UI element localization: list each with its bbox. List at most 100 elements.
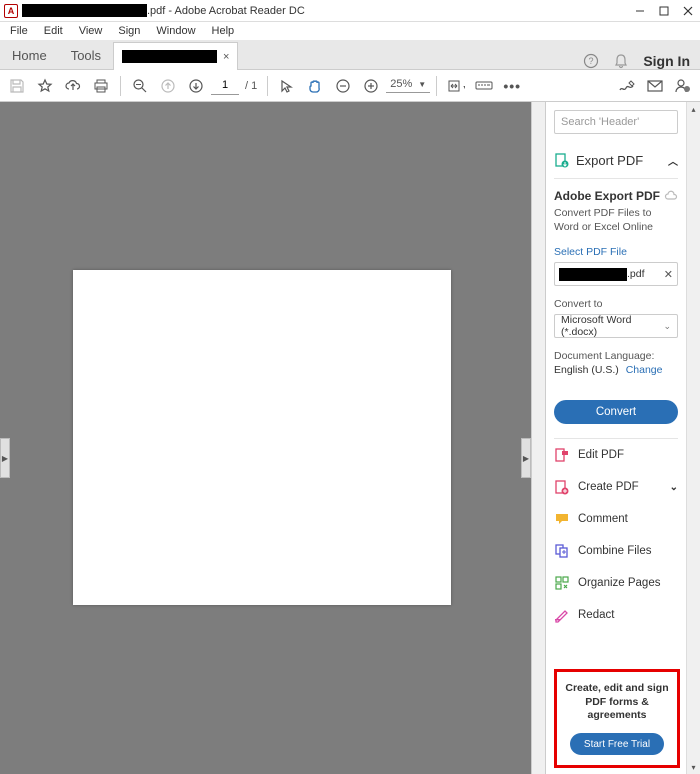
sign-in-link[interactable]: Sign In [643,53,690,69]
cloud-button[interactable] [60,73,86,99]
cloud-icon [664,190,678,202]
envelope-icon [647,79,663,93]
menu-window[interactable]: Window [150,25,201,37]
zoom-plus-button[interactable] [358,73,384,99]
sign-tool-button[interactable] [614,73,640,99]
tool-edit-pdf[interactable]: Edit PDF [554,439,678,471]
tab-filename-redacted [122,50,217,63]
page-total-label: / 1 [241,80,261,92]
more-tools-button[interactable]: ••• [499,73,525,99]
notifications-button[interactable] [613,53,629,69]
minimize-button[interactable] [628,0,652,22]
organize-icon [554,575,570,591]
page-down-button[interactable] [183,73,209,99]
zoom-minus-button[interactable] [330,73,356,99]
select-pdf-link[interactable]: Select PDF File [554,246,678,258]
filename-redacted [22,4,147,17]
export-pdf-body: Adobe Export PDF Convert PDF Files to Wo… [554,178,678,424]
search-placeholder: Search 'Header' [561,116,639,128]
tools-list: Edit PDF Create PDF ⌄ Comment Combine Fi… [554,438,678,631]
remove-file-button[interactable]: ✕ [664,268,673,281]
svg-text:▼: ▼ [462,85,465,92]
menu-view[interactable]: View [73,25,109,37]
tool-organize-pages[interactable]: Organize Pages [554,567,678,599]
tab-document[interactable]: × [113,42,238,70]
zoom-out-button[interactable] [127,73,153,99]
change-language-link[interactable]: Change [626,364,663,376]
filename-redacted [559,268,627,281]
bell-icon [613,53,629,69]
svg-text:?: ? [589,56,594,66]
selection-tool-button[interactable] [274,73,300,99]
read-mode-button[interactable] [471,73,497,99]
cursor-icon [280,79,294,93]
save-icon [9,78,25,94]
export-pdf-icon [554,152,570,168]
account-button[interactable] [670,73,696,99]
convert-button-label: Convert [596,406,636,418]
app-icon: A [4,4,18,18]
hand-icon [307,78,323,94]
minimize-icon [635,6,645,16]
save-button[interactable] [4,73,30,99]
tool-label: Organize Pages [578,577,660,589]
promo-text: Create, edit and sign PDF forms & agreem… [563,682,671,723]
share-email-button[interactable] [642,73,668,99]
maximize-button[interactable] [652,0,676,22]
help-button[interactable]: ? [583,53,599,69]
tool-combine-files[interactable]: Combine Files [554,535,678,567]
close-icon [683,6,693,16]
tool-comment[interactable]: Comment [554,503,678,535]
panel-scrollbar[interactable]: ▴ ▾ [686,102,700,774]
zoom-out-icon [132,78,148,94]
menu-help[interactable]: Help [206,25,241,37]
chevron-down-icon: ▼ [418,80,426,89]
menubar: File Edit View Sign Window Help [0,22,700,40]
export-description: Convert PDF Files to Word or Excel Onlin… [554,207,678,234]
document-language-value: English (U.S.) [554,364,619,376]
maximize-icon [659,6,669,16]
comment-icon [554,511,570,527]
tabbar: Home Tools × ? Sign In [0,40,700,70]
menu-edit[interactable]: Edit [38,25,69,37]
tool-create-pdf[interactable]: Create PDF ⌄ [554,471,678,503]
combine-icon [554,543,570,559]
tools-search-input[interactable]: Search 'Header' [554,110,678,134]
left-panel-expand-handle[interactable]: ▶ [0,438,10,478]
zoom-selector[interactable]: 25%▼ [386,78,430,93]
scroll-down-arrow[interactable]: ▾ [687,760,700,774]
menu-sign[interactable]: Sign [112,25,146,37]
export-pdf-section-header[interactable]: Export PDF ︿ [554,148,678,172]
star-button[interactable] [32,73,58,99]
tool-label: Edit PDF [578,449,624,461]
hand-tool-button[interactable] [302,73,328,99]
convert-button[interactable]: Convert [554,400,678,424]
tab-tools[interactable]: Tools [59,41,113,69]
document-scrollbar[interactable] [531,102,545,774]
trial-button-label: Start Free Trial [584,739,650,750]
right-panel-collapse-handle[interactable]: ▶ [521,438,531,478]
tab-tools-label: Tools [71,48,101,63]
ellipsis-icon: ••• [503,78,521,94]
tool-label: Redact [578,609,614,621]
fit-width-button[interactable]: ▼ [443,73,469,99]
menu-file[interactable]: File [4,25,34,37]
print-button[interactable] [88,73,114,99]
scroll-up-arrow[interactable]: ▴ [687,102,700,116]
plus-circle-icon [363,78,379,94]
page-number-input[interactable] [211,77,239,95]
minus-circle-icon [335,78,351,94]
format-select[interactable]: Microsoft Word (*.docx) ⌄ [554,314,678,338]
tool-label: Comment [578,513,628,525]
tool-redact[interactable]: Redact [554,599,678,631]
close-window-button[interactable] [676,0,700,22]
document-viewport[interactable]: ▶ ▶ [0,102,531,774]
arrow-up-icon [160,78,176,94]
toolbar: / 1 25%▼ ▼ ••• [0,70,700,102]
tab-home-label: Home [12,48,47,63]
tab-close-button[interactable]: × [223,51,229,63]
start-free-trial-button[interactable]: Start Free Trial [570,733,664,755]
page-up-button[interactable] [155,73,181,99]
tools-panel: Search 'Header' Export PDF ︿ Adobe Expor… [545,102,700,774]
tab-home[interactable]: Home [0,41,59,69]
